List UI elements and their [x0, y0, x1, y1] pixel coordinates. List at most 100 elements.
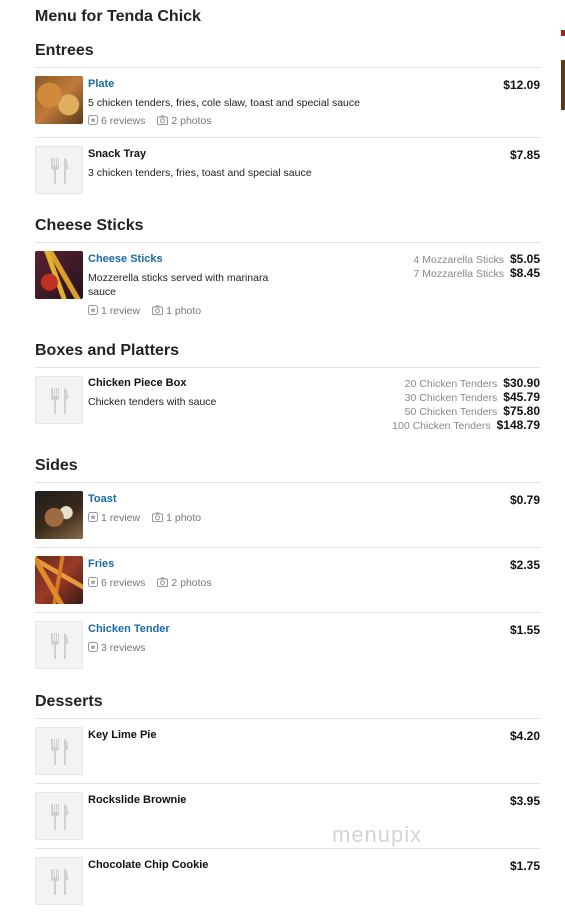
item-meta: 3 reviews	[88, 642, 145, 655]
item-name: Rockslide Brownie	[88, 794, 187, 806]
menu-item-plate[interactable]: Plate 5 chicken tenders, fries, cole sla…	[35, 76, 540, 128]
menu-item-fries[interactable]: Fries 6 reviews 2 photos $2.35	[35, 556, 540, 604]
camera-icon	[152, 305, 164, 318]
option-price: $148.79	[496, 418, 540, 432]
menu-item-chocolate-chip-cookie: Chocolate Chip Cookie $1.75	[35, 857, 540, 905]
item-name[interactable]: Cheese Sticks	[88, 253, 163, 265]
fork-knife-icon	[51, 388, 68, 414]
option-price: $8.45	[509, 266, 540, 280]
item-price: $0.79	[509, 493, 540, 507]
item-price: $1.75	[509, 859, 540, 873]
page-title: Menu for Tenda Chick	[35, 8, 201, 25]
item-price: $12.09	[503, 78, 540, 92]
item-divider	[35, 848, 540, 849]
item-photo-placeholder	[35, 727, 83, 775]
camera-icon	[157, 577, 169, 590]
fork-knife-icon	[51, 158, 68, 184]
price-option: 50 Chicken Tenders $75.80	[405, 404, 540, 418]
item-price: $2.35	[509, 558, 540, 572]
item-divider	[35, 783, 540, 784]
menu-item-chicken-piece-box: Chicken Piece Box Chicken tenders with s…	[35, 376, 540, 436]
section-title-sides: Sides	[35, 457, 78, 474]
right-edge-image	[561, 60, 565, 110]
option-price: $75.80	[503, 404, 540, 418]
item-description: 3 chicken tenders, fries, toast and spec…	[88, 167, 312, 179]
item-meta: 1 review 1 photo	[88, 512, 201, 525]
item-description: Chicken tenders with sauce	[88, 396, 217, 408]
menu-item-snack-tray: Snack Tray 3 chicken tenders, fries, toa…	[35, 146, 540, 194]
price-option: 30 Chicken Tenders $45.79	[405, 390, 540, 404]
item-description: 5 chicken tenders, fries, cole slaw, toa…	[88, 97, 360, 109]
item-name: Key Lime Pie	[88, 729, 157, 741]
price-option: 20 Chicken Tenders $30.90	[405, 376, 540, 390]
item-photo-placeholder	[35, 376, 83, 424]
item-name: Chocolate Chip Cookie	[88, 859, 209, 871]
item-price: $3.95	[509, 794, 540, 808]
option-label: 50 Chicken Tenders	[404, 406, 498, 418]
review-icon	[88, 577, 98, 590]
photo-count[interactable]: 2 photos	[171, 577, 211, 589]
review-count[interactable]: 6 reviews	[101, 115, 145, 127]
camera-icon	[157, 115, 169, 128]
item-name[interactable]: Chicken Tender	[88, 623, 170, 635]
item-name[interactable]: Plate	[88, 78, 114, 90]
item-photo-placeholder	[35, 146, 83, 194]
option-label: 20 Chicken Tenders	[404, 378, 498, 390]
item-name: Snack Tray	[88, 148, 147, 160]
review-count[interactable]: 1 review	[101, 305, 140, 317]
item-meta: 6 reviews 2 photos	[88, 577, 212, 590]
item-name[interactable]: Fries	[88, 558, 114, 570]
item-photo[interactable]	[35, 251, 83, 299]
price-option: 4 Mozzarella Sticks $5.05	[414, 252, 540, 266]
fork-knife-icon	[51, 633, 68, 659]
fork-knife-icon	[51, 739, 68, 765]
item-photo-placeholder	[35, 857, 83, 905]
review-icon	[88, 512, 98, 525]
section-divider	[35, 718, 540, 719]
item-price: $1.55	[509, 623, 540, 637]
item-description: Mozzerella sticks served with marinara s…	[88, 272, 269, 298]
option-price: $30.90	[503, 376, 540, 390]
section-title-boxes-and-platters: Boxes and Platters	[35, 342, 180, 359]
menu-item-key-lime-pie: Key Lime Pie $4.20	[35, 727, 540, 775]
photo-count[interactable]: 1 photo	[166, 512, 201, 524]
watermark-logo: menupix	[332, 822, 423, 847]
section-title-cheese-sticks: Cheese Sticks	[35, 217, 144, 234]
review-count[interactable]: 6 reviews	[101, 577, 145, 589]
item-divider	[35, 547, 540, 548]
option-price: $45.79	[503, 390, 540, 404]
menu-item-rockslide-brownie: Rockslide Brownie $3.95	[35, 792, 540, 840]
item-photo-placeholder	[35, 621, 83, 669]
item-meta: 6 reviews 2 photos	[88, 115, 212, 128]
menu-item-cheese-sticks[interactable]: Cheese Sticks Mozzerella sticks served w…	[35, 251, 540, 317]
section-title-desserts: Desserts	[35, 693, 103, 710]
section-title-entrees: Entrees	[35, 42, 94, 59]
photo-count[interactable]: 2 photos	[171, 115, 211, 127]
item-divider	[35, 137, 540, 138]
item-price: $4.20	[509, 729, 540, 743]
option-label: 4 Mozzarella Sticks	[413, 254, 504, 266]
option-label: 30 Chicken Tenders	[404, 392, 498, 404]
camera-icon	[152, 512, 164, 525]
item-photo[interactable]	[35, 76, 83, 124]
menu-item-toast[interactable]: Toast 1 review 1 photo $0.79	[35, 491, 540, 539]
review-count[interactable]: 1 review	[101, 512, 140, 524]
item-meta: 1 review 1 photo	[88, 305, 201, 318]
item-photo[interactable]	[35, 491, 83, 539]
review-count[interactable]: 3 reviews	[101, 642, 145, 654]
section-divider	[35, 67, 540, 68]
right-edge-accent	[561, 30, 565, 36]
item-name: Chicken Piece Box	[88, 377, 187, 389]
item-photo[interactable]	[35, 556, 83, 604]
section-divider	[35, 242, 540, 243]
menu-item-chicken-tender[interactable]: Chicken Tender 3 reviews $1.55	[35, 621, 540, 669]
photo-count[interactable]: 1 photo	[166, 305, 201, 317]
fork-knife-icon	[51, 869, 68, 895]
option-label: 100 Chicken Tenders	[392, 420, 491, 432]
item-name[interactable]: Toast	[88, 493, 117, 505]
section-divider	[35, 482, 540, 483]
price-option: 100 Chicken Tenders $148.79	[392, 418, 540, 432]
option-price: $5.05	[509, 252, 540, 266]
item-price: $7.85	[509, 148, 540, 162]
review-icon	[88, 642, 98, 655]
